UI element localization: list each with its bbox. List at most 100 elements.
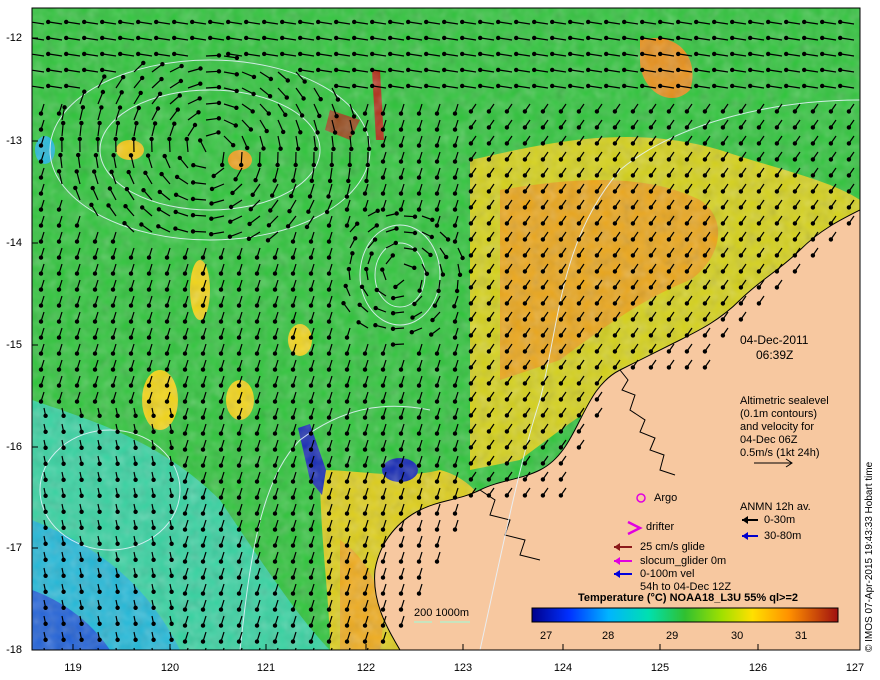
velocity-arrow-head — [278, 146, 283, 151]
velocity-arrow-head — [468, 189, 474, 194]
velocity-arrow-head — [416, 175, 422, 180]
velocity-arrow-head — [218, 511, 224, 516]
velocity-arrow-head — [164, 383, 170, 388]
velocity-arrow-head — [344, 559, 350, 564]
velocity-arrow-head — [558, 221, 564, 226]
velocity-arrow-head — [236, 639, 242, 644]
velocity-arrow-head — [115, 605, 120, 611]
velocity-arrow-head — [290, 239, 296, 244]
velocity-arrow-head — [486, 333, 492, 338]
velocity-arrow-head — [380, 479, 386, 484]
velocity-arrow-head — [434, 127, 440, 132]
velocity-arrow-head — [331, 146, 336, 152]
velocity-arrow-head — [109, 169, 114, 174]
velocity-arrow-head — [504, 205, 510, 210]
velocity-arrow-head — [362, 623, 368, 628]
velocity-arrow-head — [802, 83, 807, 89]
velocity-arrow-head — [720, 205, 726, 210]
velocity-arrow-head — [540, 445, 546, 450]
velocity-arrow-head — [200, 367, 206, 372]
velocity-arrow-head — [146, 319, 152, 324]
velocity-arrow-head — [272, 447, 278, 452]
velocity-arrow-head — [134, 120, 139, 126]
velocity-arrow-head — [100, 89, 106, 95]
velocity-arrow-head — [115, 573, 120, 579]
velocity-arrow-head — [120, 74, 126, 80]
velocity-arrow-head — [308, 639, 314, 644]
velocity-arrow-head — [153, 35, 159, 41]
velocity-arrow-head — [200, 511, 206, 516]
velocity-arrow-head — [730, 35, 735, 41]
velocity-arrow-head — [388, 35, 393, 41]
velocity-arrow-head — [254, 335, 260, 340]
velocity-arrow-head — [334, 83, 339, 89]
velocity-arrow-head — [308, 335, 314, 340]
velocity-arrow-head — [326, 351, 332, 356]
velocity-arrow-head — [784, 19, 789, 25]
velocity-arrow-head — [612, 141, 618, 146]
velocity-arrow-head — [316, 35, 321, 41]
velocity-arrow-head — [362, 207, 368, 212]
velocity-arrow-head — [452, 191, 458, 196]
velocity-arrow-head — [141, 187, 146, 193]
velocity-arrow-head — [820, 67, 825, 73]
velocity-arrow-head — [38, 287, 44, 292]
velocity-arrow-head — [416, 511, 422, 516]
velocity-arrow-head — [702, 125, 708, 130]
velocity-arrow-head — [362, 463, 368, 468]
velocity-arrow-head — [398, 111, 404, 116]
velocity-arrow-head — [452, 239, 458, 244]
velocity-arrow-head — [218, 399, 224, 404]
velocity-arrow-head — [182, 463, 188, 468]
velocity-arrow-head — [730, 19, 735, 25]
velocity-arrow-head — [182, 335, 188, 340]
velocity-arrow-head — [756, 109, 762, 114]
velocity-arrow-head — [738, 269, 744, 274]
velocity-arrow-head — [61, 509, 66, 514]
velocity-arrow-head — [540, 253, 546, 258]
velocity-arrow-head — [254, 623, 260, 628]
velocity-arrow-head — [468, 221, 474, 226]
velocity-arrow-head — [97, 525, 102, 531]
velocity-arrow-head — [756, 237, 762, 242]
velocity-arrow-head — [218, 383, 224, 388]
velocity-arrow-head — [558, 429, 564, 434]
velocity-arrow-head — [326, 194, 331, 199]
velocity-arrow-head — [43, 477, 48, 482]
velocity-arrow-head — [362, 383, 368, 388]
velocity-arrow-head — [151, 429, 156, 434]
velocity-arrow-head — [496, 51, 501, 57]
velocity-arrow-head — [113, 136, 118, 142]
velocity-arrow-head — [774, 189, 780, 194]
velocity-arrow-head — [246, 236, 252, 241]
lat-tick: -16 — [6, 441, 22, 453]
velocity-arrow-head — [702, 333, 708, 338]
velocity-arrow-head — [558, 125, 564, 130]
velocity-arrow-head — [81, 67, 87, 73]
velocity-arrow-head — [640, 35, 645, 41]
velocity-arrow-head — [362, 639, 368, 644]
velocity-arrow-head — [200, 559, 206, 564]
velocity-arrow-head — [182, 447, 188, 452]
velocity-arrow-head — [272, 255, 278, 260]
velocity-arrow-head — [344, 527, 350, 532]
velocity-arrow-head — [291, 656, 294, 659]
velocity-arrow-head — [738, 205, 744, 210]
velocity-arrow-head — [416, 111, 422, 116]
velocity-arrow-head — [684, 365, 690, 370]
velocity-arrow-head — [442, 35, 447, 41]
velocity-arrow-head — [352, 19, 357, 25]
velocity-arrow-head — [32, 68, 33, 72]
velocity-arrow-head — [272, 495, 278, 500]
velocity-arrow-head — [43, 557, 48, 563]
velocity-arrow-head — [594, 221, 600, 226]
velocity-arrow-head — [478, 83, 483, 89]
velocity-arrow-head — [594, 365, 600, 370]
velocity-arrow-head — [424, 51, 429, 57]
velocity-arrow-head — [594, 173, 600, 178]
velocity-arrow-head — [676, 35, 681, 41]
velocity-arrow-head — [290, 607, 296, 612]
velocity-arrow-head — [327, 656, 330, 659]
velocity-arrow-head — [756, 125, 762, 130]
velocity-arrow-head — [810, 157, 816, 162]
